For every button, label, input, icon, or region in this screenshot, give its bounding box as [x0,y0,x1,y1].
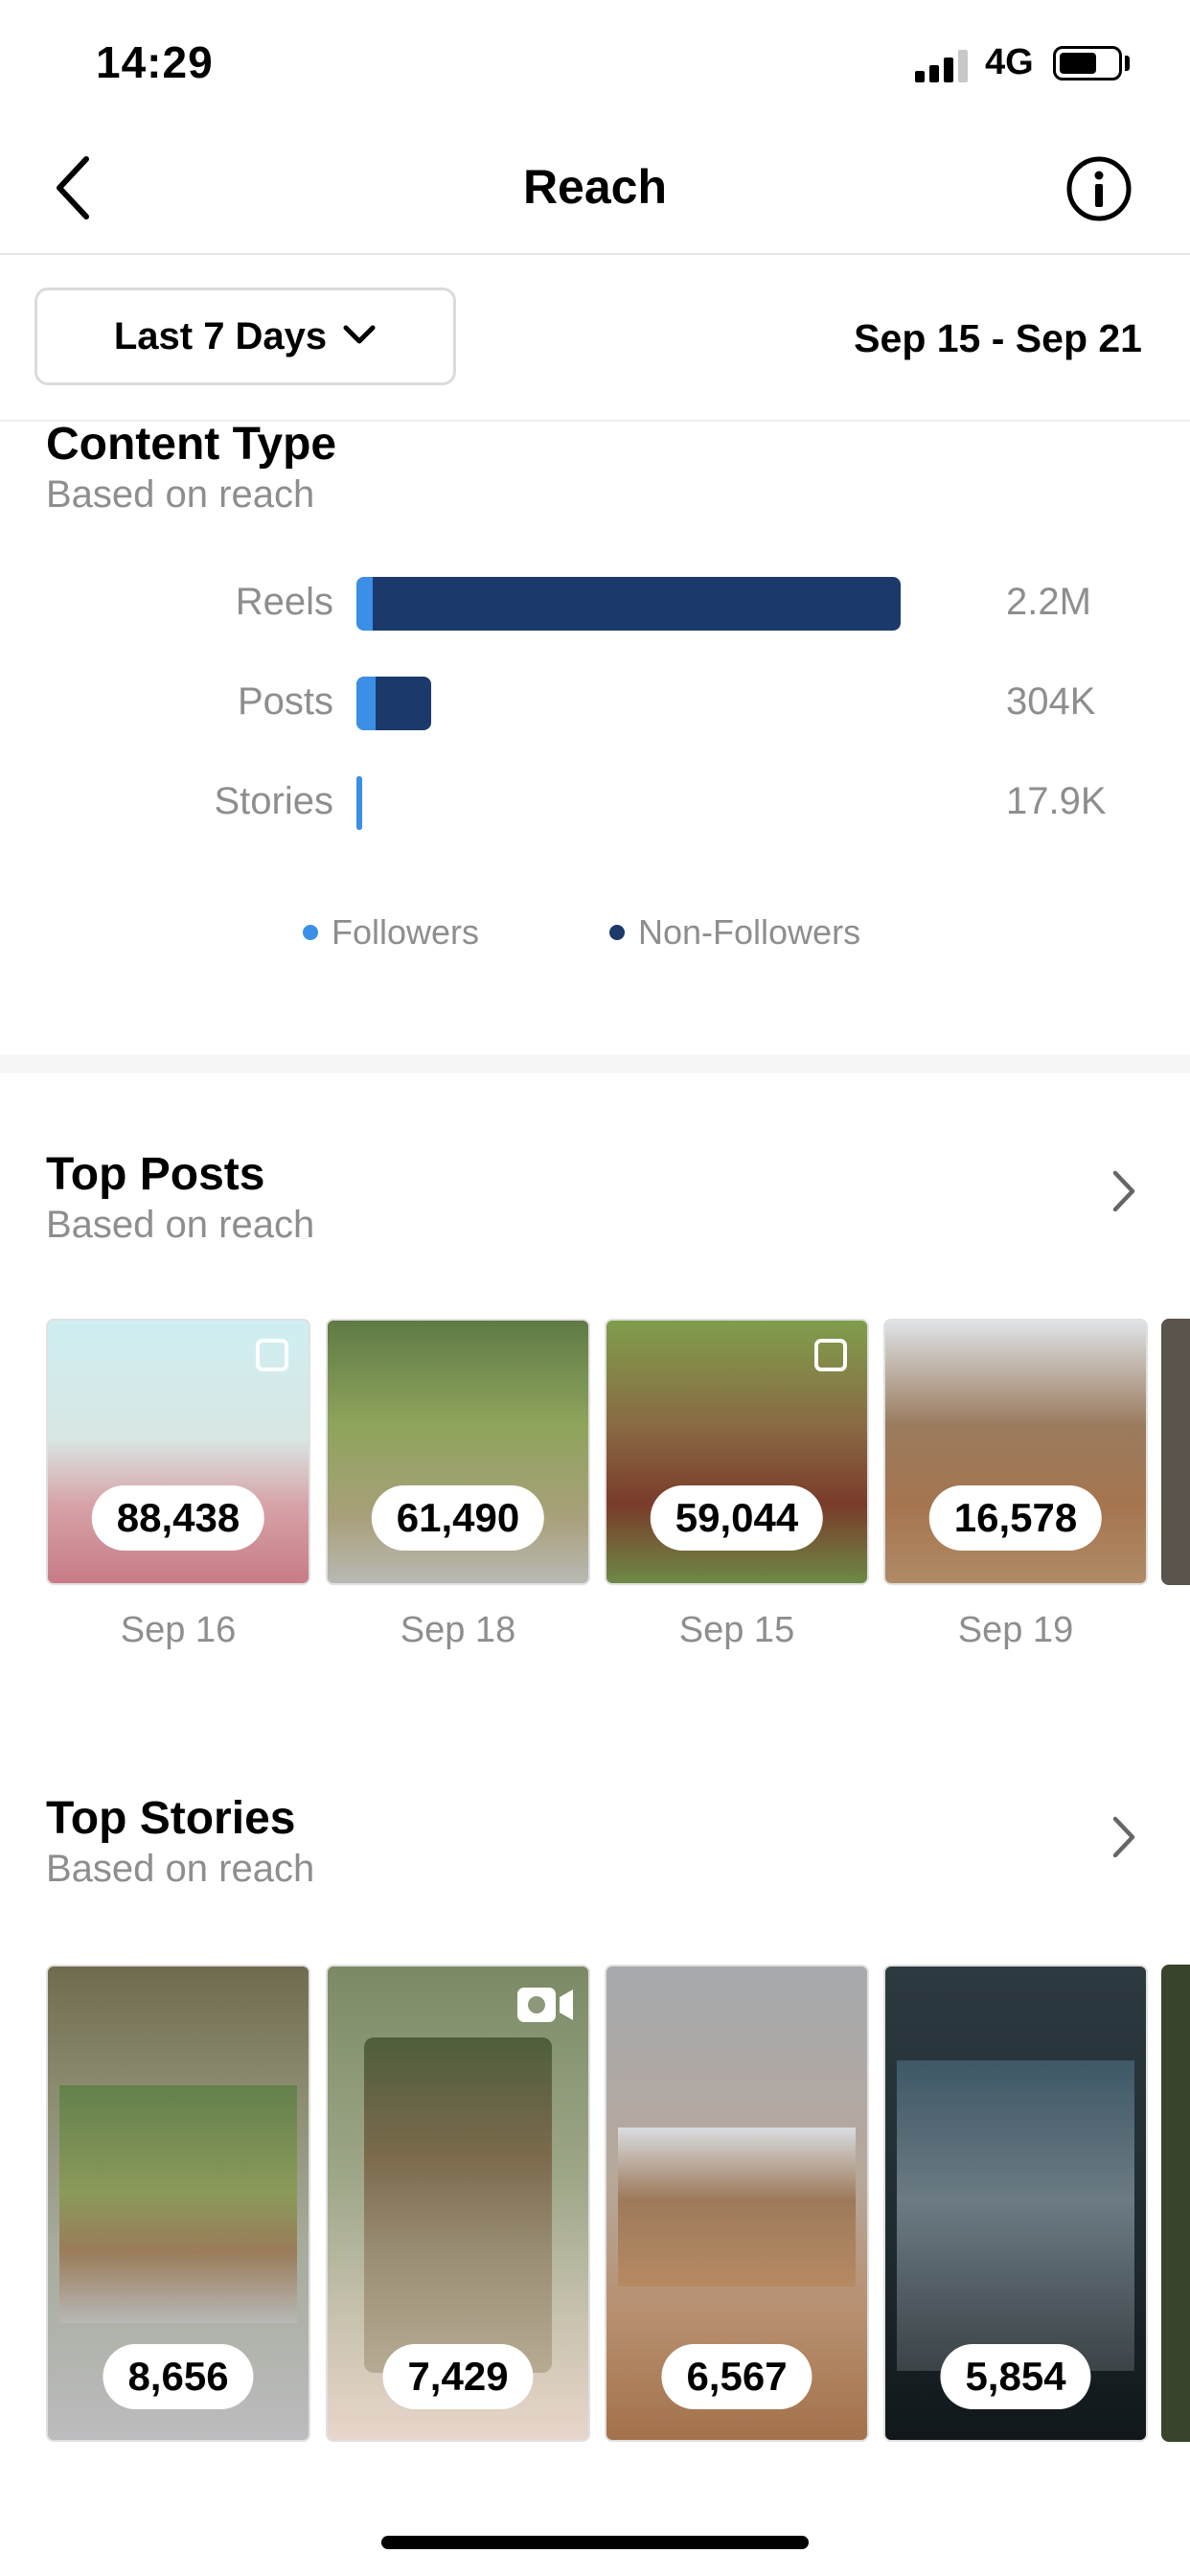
top-story-reach: 5,854 [940,2344,1091,2409]
top-posts-chevron-right-icon[interactable] [1108,1167,1140,1215]
content-type-label-stories: Stories [214,780,334,822]
header-divider [0,253,1190,255]
network-type: 4G [985,42,1034,82]
multiple-photos-icon [256,1339,288,1371]
top-post-reach: 61,490 [371,1485,545,1551]
top-post-date: Sep 18 [400,1610,516,1650]
top-story-thumb-4[interactable]: 5,854 [883,1965,1148,2442]
top-post-date: Sep 15 [678,1610,795,1650]
top-stories-title[interactable]: Top Stories [46,1792,295,1845]
content-type-bar-stories [356,776,901,830]
top-post-thumb-1[interactable]: 88,438 [46,1319,310,1585]
top-story-thumb-partial[interactable] [1161,1965,1190,2442]
followers-dot-icon [303,925,318,940]
top-story-reach: 8,656 [103,2344,254,2409]
legend-followers: Followers [303,912,479,953]
video-camera-icon [517,1988,573,2022]
top-story-thumb-3[interactable]: 6,567 [605,1965,869,2442]
top-story-thumb-2[interactable]: 7,429 [326,1965,590,2442]
top-story-reach: 6,567 [661,2344,812,2409]
story-image [59,2085,297,2323]
page-title: Reach [522,160,668,214]
top-posts-title[interactable]: Top Posts [46,1148,264,1201]
top-story-reach: 7,429 [382,2344,534,2409]
content-type-title: Content Type [46,419,337,470]
cellular-signal-icon [915,48,969,82]
story-image [618,2128,856,2287]
content-type-label-posts: Posts [237,680,333,723]
home-indicator [381,2536,809,2549]
top-post-date: Sep 16 [120,1610,237,1650]
content-type-label-reels: Reels [235,581,333,623]
battery-tip [1125,56,1130,71]
date-range-label: Last 7 Days [113,314,328,357]
story-image [364,2037,552,2373]
top-post-thumb-4[interactable]: 16,578 [883,1319,1148,1585]
top-post-reach: 59,044 [650,1485,824,1551]
content-type-value-reels: 2.2M [1006,581,1091,623]
top-stories-chevron-right-icon[interactable] [1108,1813,1140,1861]
content-type-bar-posts [356,677,901,730]
content-type-bar-reels [356,577,901,631]
legend-followers-label: Followers [332,912,480,952]
date-range-dropdown[interactable]: Last 7 Days [34,288,456,385]
legend-non-followers: Non-Followers [609,912,860,953]
top-post-thumb-2[interactable]: 61,490 [326,1319,590,1585]
date-range-text: Sep 15 - Sep 21 [854,316,1142,360]
top-post-thumb-partial[interactable] [1161,1319,1190,1585]
top-posts-subtitle: Based on reach [46,1204,315,1246]
top-post-thumb-3[interactable]: 59,044 [605,1319,869,1585]
multiple-photos-icon [814,1339,847,1371]
content-type-subtitle: Based on reach [46,473,315,516]
content-type-value-posts: 304K [1006,680,1096,723]
top-post-date: Sep 19 [957,1610,1074,1650]
status-time: 14:29 [96,37,214,87]
chevron-down-icon [342,323,377,351]
section-separator [0,1054,1190,1073]
battery-icon [1053,46,1122,80]
top-stories-subtitle: Based on reach [46,1848,315,1890]
legend-non-followers-label: Non-Followers [638,912,861,952]
top-post-reach: 88,438 [91,1485,265,1551]
story-image [897,2060,1134,2371]
content-type-value-stories: 17.9K [1006,780,1107,822]
non-followers-dot-icon [609,925,625,940]
top-post-reach: 16,578 [928,1485,1103,1551]
top-story-thumb-1[interactable]: 8,656 [46,1965,310,2442]
info-icon[interactable] [1065,155,1133,222]
